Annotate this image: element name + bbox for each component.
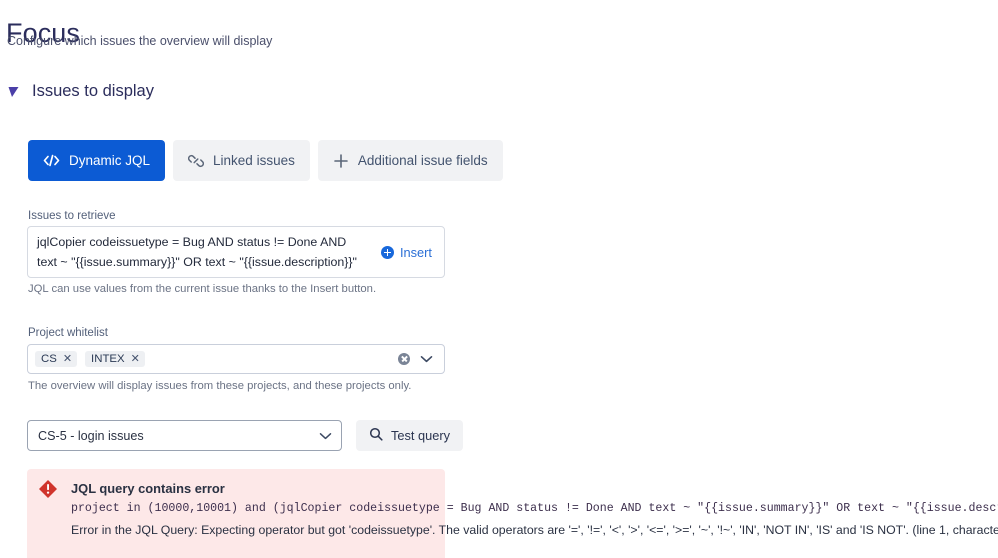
tab-label: Dynamic JQL <box>69 153 151 168</box>
page-subtitle: Configure which issues the overview will… <box>7 34 273 48</box>
project-tag-list: CS ✕ INTEX ✕ <box>35 351 398 367</box>
jql-field-help: JQL can use values from the current issu… <box>28 283 377 295</box>
whitelist-label: Project whitelist <box>28 327 108 339</box>
link-chain-icon <box>188 154 205 168</box>
close-x-icon[interactable]: ✕ <box>131 353 140 365</box>
tab-label: Additional issue fields <box>357 153 488 168</box>
focus-settings-page: Focus Configure which issues the overvie… <box>0 0 998 558</box>
project-tag-label: INTEX <box>91 353 125 365</box>
insert-button[interactable]: Insert <box>375 244 444 261</box>
issue-source-tabs: Dynamic JQL Linked issues Additional iss… <box>28 140 503 181</box>
project-tag-label: CS <box>41 353 57 365</box>
tab-additional-issue-fields[interactable]: Additional issue fields <box>317 140 503 181</box>
chevron-down-icon[interactable] <box>420 355 433 363</box>
tab-dynamic-jql[interactable]: Dynamic JQL <box>28 140 166 181</box>
search-icon <box>369 427 383 444</box>
error-diamond-icon <box>39 480 57 498</box>
section-title: Issues to display <box>32 82 154 100</box>
error-title: JQL query contains error <box>71 481 225 496</box>
error-message: Error in the JQL Query: Expecting operat… <box>71 523 998 537</box>
project-whitelist-input[interactable]: CS ✕ INTEX ✕ <box>27 344 445 374</box>
test-issue-select[interactable]: CS-5 - login issues <box>27 420 342 451</box>
project-tag[interactable]: INTEX ✕ <box>85 351 145 367</box>
test-query-button[interactable]: Test query <box>356 420 464 451</box>
whitelist-help: The overview will display issues from th… <box>28 380 412 392</box>
jql-query-value[interactable]: jqlCopier codeissuetype = Bug AND status… <box>28 232 375 272</box>
jql-field-label: Issues to retrieve <box>28 210 116 222</box>
tab-label: Linked issues <box>213 153 295 168</box>
plus-icon <box>333 153 349 169</box>
plus-circle-icon <box>380 245 394 259</box>
clear-circle-icon[interactable] <box>398 353 410 365</box>
tab-linked-issues[interactable]: Linked issues <box>173 140 310 181</box>
jql-query-input[interactable]: jqlCopier codeissuetype = Bug AND status… <box>27 226 445 278</box>
issues-to-display-section-header[interactable]: Issues to display <box>7 82 154 101</box>
project-tag[interactable]: CS ✕ <box>35 351 78 367</box>
error-query-text: project in (10000,10001) and (jqlCopier … <box>71 502 998 515</box>
collapse-caret-icon <box>8 87 19 97</box>
test-issue-select-value: CS-5 - login issues <box>38 428 144 443</box>
insert-button-label: Insert <box>399 244 432 260</box>
close-x-icon[interactable]: ✕ <box>63 353 72 365</box>
code-brackets-icon <box>43 154 60 167</box>
test-query-button-label: Test query <box>391 428 451 443</box>
chevron-down-icon <box>319 427 332 445</box>
